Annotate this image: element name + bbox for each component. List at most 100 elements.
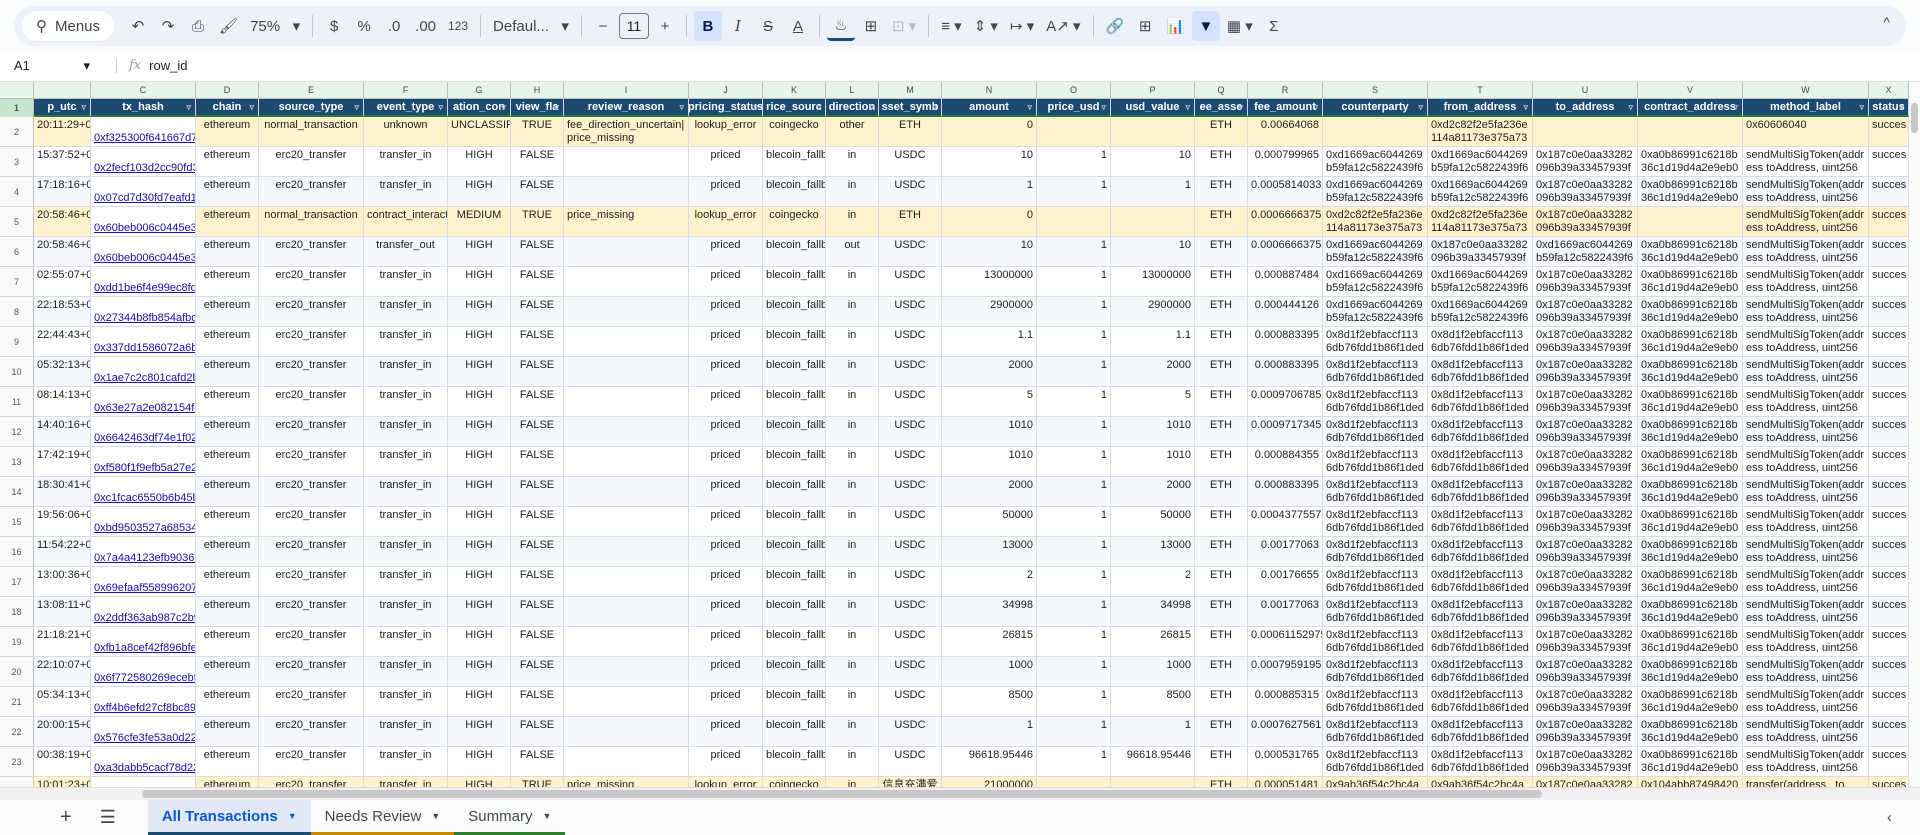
cell-counterparty[interactable]: 0xd1669ac6044269b59fa12c5822439f609ca	[1323, 147, 1428, 177]
cell-review-reason[interactable]: price_missing	[564, 777, 689, 787]
cell-price-usd[interactable]: 1	[1037, 147, 1111, 177]
cell-sset-symb[interactable]: ETH	[879, 207, 942, 237]
cell-direction[interactable]: in	[826, 657, 879, 687]
cell-p-utc[interactable]: 20:11:29+00	[34, 117, 91, 147]
tx-hash-link[interactable]: 0x6f772580269ecebf	[91, 657, 196, 687]
cell-event-type[interactable]: transfer_in	[364, 417, 448, 447]
cell-sset-symb[interactable]: USDC	[879, 657, 942, 687]
cell-to-address[interactable]: 0x187c0e0aa33282096b39a33457939f1dc3	[1533, 567, 1638, 597]
cell-amount[interactable]: 2000	[942, 357, 1037, 387]
cell-from-address[interactable]: 0x187c0e0aa33282096b39a33457939f1dc3	[1428, 237, 1533, 267]
cell-ee-asse[interactable]: ETH	[1195, 567, 1248, 597]
cell-ee-asse[interactable]: ETH	[1195, 627, 1248, 657]
cell-ation-con[interactable]: HIGH	[448, 687, 511, 717]
cell-ation-con[interactable]: HIGH	[448, 357, 511, 387]
cell-source-type[interactable]: erc20_transfer	[259, 177, 364, 207]
cell-status[interactable]: succes	[1869, 507, 1909, 537]
tx-hash-link[interactable]: 0xdd1be6f4e99ec8fd	[91, 267, 196, 297]
cell-view-fla[interactable]: FALSE	[511, 567, 564, 597]
cell-sset-symb[interactable]: USDC	[879, 747, 942, 777]
column-letter[interactable]: V	[1638, 82, 1743, 99]
cell-rice-sourc[interactable]: coingecko	[763, 117, 826, 147]
cell-rice-sourc[interactable]: blecoin_fallba	[763, 687, 826, 717]
cell-price-usd[interactable]	[1037, 207, 1111, 237]
cell-chain[interactable]: ethereum	[196, 417, 259, 447]
cell-direction[interactable]: in	[826, 717, 879, 747]
spreadsheet-grid[interactable]: 1 p_utc ▿ Ctx_hash ▿ Dchain ▿ Esource_type ▿ Feve…	[0, 82, 1909, 787]
cell-method-label[interactable]: sendMultiSigToken(address toAddress, uin…	[1743, 327, 1869, 357]
column-header-fee-amount[interactable]: fee_amount ▿	[1248, 99, 1323, 117]
column-letter[interactable]: H	[511, 82, 564, 99]
tx-hash-link[interactable]: 0xa3dabb5cacf78d22	[91, 747, 196, 777]
cell-source-type[interactable]: erc20_transfer	[259, 597, 364, 627]
cell-ation-con[interactable]: HIGH	[448, 447, 511, 477]
cell-to-address[interactable]: 0x187c0e0aa33282096b39a33457939f1dc3	[1533, 717, 1638, 747]
cell-usd-value[interactable]: 1010	[1111, 447, 1195, 477]
cell-direction[interactable]: out	[826, 237, 879, 267]
cell-from-address[interactable]: 0x8d1f2ebfaccf1136db76fdd1b86f1dede2d	[1428, 357, 1533, 387]
font-select[interactable]: Defaul... ▾	[488, 11, 574, 41]
cell-pricing-status[interactable]: priced	[689, 447, 763, 477]
collapse-side-panel-icon[interactable]: ‹	[1873, 800, 1906, 835]
cell-event-type[interactable]: transfer_in	[364, 327, 448, 357]
cell-view-fla[interactable]: FALSE	[511, 687, 564, 717]
cell-ation-con[interactable]: HIGH	[448, 297, 511, 327]
font-size-input[interactable]: 11	[618, 13, 649, 39]
cell-review-reason[interactable]	[564, 447, 689, 477]
cell-sset-symb[interactable]: USDC	[879, 357, 942, 387]
cell-rice-sourc[interactable]: blecoin_fallba	[763, 357, 826, 387]
cell-chain[interactable]: ethereum	[196, 447, 259, 477]
filter-icon[interactable]: ▿	[1313, 102, 1318, 113]
filter-icon[interactable]: ▿	[1523, 102, 1528, 113]
row-header[interactable]: 7	[0, 267, 34, 297]
cell-ee-asse[interactable]: ETH	[1195, 297, 1248, 327]
cell-pricing-status[interactable]: priced	[689, 537, 763, 567]
cell-rice-sourc[interactable]: blecoin_fallba	[763, 147, 826, 177]
filter-icon[interactable]: ▼	[1191, 11, 1220, 41]
cell-contract-address[interactable]: 0xa0b86991c6218b36c1d19d4a2e9eb0ce36	[1638, 267, 1743, 297]
cell-usd-value[interactable]: 50000	[1111, 507, 1195, 537]
cell-usd-value[interactable]: 96618.95446	[1111, 747, 1195, 777]
row-header[interactable]: 6	[0, 237, 34, 267]
cell-review-reason[interactable]	[564, 357, 689, 387]
tx-hash-link[interactable]: 0xf325300f641667d7	[91, 117, 196, 147]
cell-sset-symb[interactable]: USDC	[879, 567, 942, 597]
cell-event-type[interactable]: unknown	[364, 117, 448, 147]
cell-price-usd[interactable]: 1	[1037, 477, 1111, 507]
cell-ation-con[interactable]: HIGH	[448, 417, 511, 447]
cell-review-reason[interactable]	[564, 717, 689, 747]
cell-pricing-status[interactable]: lookup_error	[689, 777, 763, 787]
zoom-select[interactable]: 75% ▾	[245, 11, 305, 41]
cell-p-utc[interactable]: 20:58:46+00	[34, 237, 91, 267]
cell-event-type[interactable]: transfer_in	[364, 537, 448, 567]
cell-amount[interactable]: 1010	[942, 417, 1037, 447]
cell-usd-value[interactable]: 34998	[1111, 597, 1195, 627]
cell-counterparty[interactable]: 0x9ab36f54c2bc4ade	[1323, 777, 1428, 787]
cell-event-type[interactable]: transfer_in	[364, 507, 448, 537]
cell-view-fla[interactable]: FALSE	[511, 417, 564, 447]
row-header[interactable]: 20	[0, 657, 34, 687]
column-letter[interactable]: W	[1743, 82, 1869, 99]
cell-direction[interactable]: in	[826, 447, 879, 477]
cell-review-reason[interactable]	[564, 597, 689, 627]
cell-price-usd[interactable]: 1	[1037, 387, 1111, 417]
row-header[interactable]: 13	[0, 447, 34, 477]
cell-price-usd[interactable]: 1	[1037, 717, 1111, 747]
cell-contract-address[interactable]: 0xa0b86991c6218b36c1d19d4a2e9eb0ce36	[1638, 327, 1743, 357]
column-header-direction[interactable]: direction ▿	[826, 99, 879, 117]
column-letter[interactable]: T	[1428, 82, 1533, 99]
currency-button[interactable]: $	[320, 11, 348, 41]
corner-select-all[interactable]	[0, 82, 34, 99]
cell-event-type[interactable]: transfer_in	[364, 597, 448, 627]
cell-counterparty[interactable]	[1323, 117, 1428, 147]
cell-rice-sourc[interactable]: blecoin_fallba	[763, 657, 826, 687]
column-header-contract-address[interactable]: contract_address ▿	[1638, 99, 1743, 117]
cell-contract-address[interactable]: 0xa0b86991c6218b36c1d19d4a2e9eb0ce36	[1638, 687, 1743, 717]
cell-rice-sourc[interactable]: blecoin_fallba	[763, 447, 826, 477]
cell-to-address[interactable]: 0x187c0e0aa33282096b39a33457939f1dc3	[1533, 627, 1638, 657]
cell-ee-asse[interactable]: ETH	[1195, 387, 1248, 417]
cell-fee-amount[interactable]: 0.000885315	[1248, 687, 1323, 717]
cell-ee-asse[interactable]: ETH	[1195, 687, 1248, 717]
cell-fee-amount[interactable]: 0.000444126	[1248, 297, 1323, 327]
cell-fee-amount[interactable]: 0.00176655	[1248, 567, 1323, 597]
